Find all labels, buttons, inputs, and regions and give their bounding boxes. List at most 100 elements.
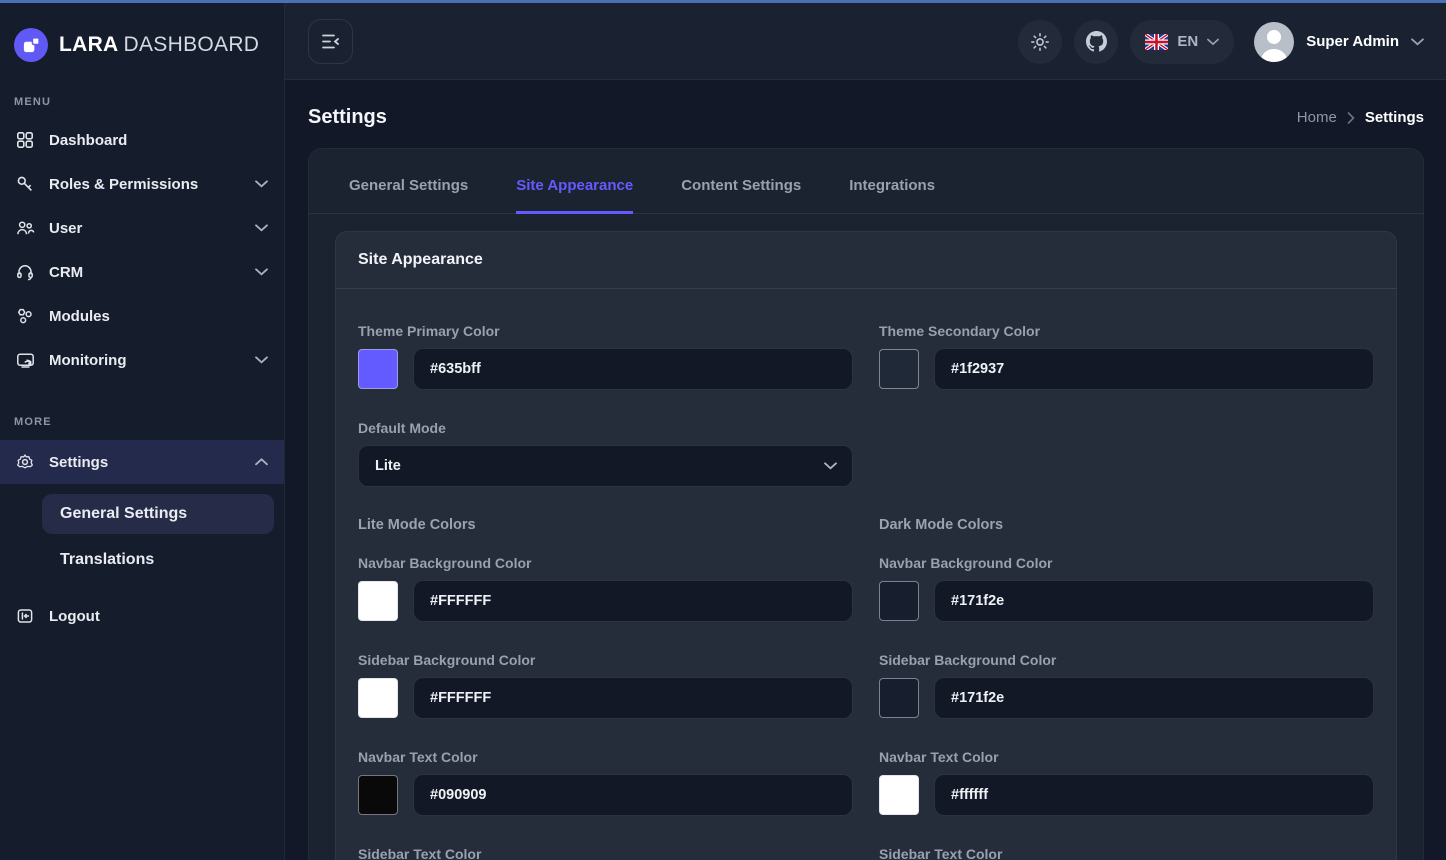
color-swatch[interactable] [879,678,919,718]
dark-sidebar-bg-input[interactable] [934,677,1374,719]
brand-bold: LARA [59,33,119,56]
color-swatch[interactable] [358,349,398,389]
sidebar-item-roles-permissions[interactable]: Roles & Permissions [0,162,284,206]
github-button[interactable] [1074,20,1118,64]
tab-content-settings[interactable]: Content Settings [681,177,801,214]
sidebar-item-label: Roles & Permissions [49,176,198,193]
theme-secondary-color-input[interactable] [934,348,1374,390]
chevron-down-icon [1411,38,1424,46]
sidebar-item-label: Logout [49,608,100,625]
field-label: Theme Secondary Color [879,323,1374,339]
sidebar-item-label: CRM [49,264,83,281]
field-label: Navbar Text Color [358,749,853,765]
uk-flag-icon [1145,34,1168,50]
brand-name: LARADASHBOARD [59,33,259,57]
field-label: Default Mode [358,420,853,436]
sidebar-item-label: Monitoring [49,352,126,369]
sidebar-item-label: Settings [49,454,108,471]
chevron-right-icon [1347,112,1355,124]
gear-icon [14,451,36,473]
brand-logo-icon [14,28,48,62]
lite-navbar-bg-input[interactable] [413,580,853,622]
sidebar-subitem-label: Translations [60,551,154,569]
field-label: Navbar Background Color [879,555,1374,571]
sidebar-item-label: Modules [49,308,110,325]
sidebar-item-modules[interactable]: Modules [0,294,284,338]
chevron-down-icon [255,180,268,188]
theme-primary-color-input[interactable] [413,348,853,390]
brand-light: DASHBOARD [124,33,260,56]
lite-navbar-text-input[interactable] [413,774,853,816]
users-icon [14,217,36,239]
color-swatch[interactable] [879,581,919,621]
field-dark-sidebar-bg: Sidebar Background Color [879,652,1374,719]
breadcrumb-current: Settings [1365,109,1424,126]
page-title: Settings [308,106,387,129]
color-swatch[interactable] [358,775,398,815]
chevron-down-icon [255,356,268,364]
field-dark-sidebar-text: Sidebar Text Color [879,846,1374,860]
color-swatch[interactable] [358,678,398,718]
sidebar-item-logout[interactable]: Logout [0,594,284,638]
chevron-down-icon [255,224,268,232]
tab-site-appearance[interactable]: Site Appearance [516,177,633,214]
lite-sidebar-bg-input[interactable] [413,677,853,719]
field-label: Sidebar Background Color [358,652,853,668]
language-code: EN [1177,33,1198,50]
brand-logo[interactable]: LARADASHBOARD [0,3,284,82]
monitor-icon [14,349,36,371]
field-theme-secondary-color: Theme Secondary Color [879,323,1374,390]
sidebar-item-dashboard[interactable]: Dashboard [0,118,284,162]
sidebar-item-settings[interactable]: Settings [0,440,284,484]
modules-icon [14,305,36,327]
color-swatch[interactable] [879,349,919,389]
chevron-up-icon [255,458,268,466]
default-mode-select[interactable]: Lite [358,445,853,487]
sidebar-subitem-translations[interactable]: Translations [42,540,274,580]
sidebar-item-crm[interactable]: CRM [0,250,284,294]
headset-icon [14,261,36,283]
sidebar-collapse-button[interactable] [308,19,353,64]
field-dark-navbar-text: Navbar Text Color [879,749,1374,816]
key-icon [14,173,36,195]
sidebar-section-more: MORE [14,416,270,428]
default-mode-value: Lite [375,458,401,474]
sidebar-subitem-general-settings[interactable]: General Settings [42,494,274,534]
sidebar-item-monitoring[interactable]: Monitoring [0,338,284,382]
field-lite-navbar-text: Navbar Text Color [358,749,853,816]
github-icon [1086,31,1107,52]
field-label: Sidebar Text Color [879,846,1374,860]
breadcrumb: Home Settings [1297,109,1424,126]
tab-general-settings[interactable]: General Settings [349,177,468,214]
theme-toggle-button[interactable] [1018,20,1062,64]
site-appearance-panel: Site Appearance Theme Primary Color Them… [335,231,1397,860]
chevron-down-icon [1207,38,1219,46]
breadcrumb-home-link[interactable]: Home [1297,109,1337,126]
language-selector[interactable]: EN [1130,20,1234,64]
top-navbar: EN Super Admin [285,3,1446,80]
field-label: Sidebar Text Color [358,846,853,860]
color-swatch[interactable] [358,581,398,621]
sidebar-item-user[interactable]: User [0,206,284,250]
dark-mode-colors-heading: Dark Mode Colors [879,517,1374,533]
chevron-down-icon [824,462,837,470]
avatar [1254,22,1294,62]
user-menu[interactable]: Super Admin [1254,22,1424,62]
dark-navbar-text-input[interactable] [934,774,1374,816]
field-lite-navbar-bg: Navbar Background Color [358,555,853,622]
tab-integrations[interactable]: Integrations [849,177,935,214]
settings-tabs: General Settings Site Appearance Content… [309,149,1423,214]
lite-mode-colors-heading: Lite Mode Colors [358,517,853,533]
sidebar-subitem-label: General Settings [60,505,187,523]
color-swatch[interactable] [879,775,919,815]
field-label: Theme Primary Color [358,323,853,339]
top-accent-bar [0,0,1446,3]
sun-icon [1030,32,1050,52]
field-default-mode: Default Mode Lite [358,420,853,487]
settings-tabs-card: General Settings Site Appearance Content… [308,148,1424,860]
field-label: Sidebar Background Color [879,652,1374,668]
field-theme-primary-color: Theme Primary Color [358,323,853,390]
dark-navbar-bg-input[interactable] [934,580,1374,622]
field-dark-navbar-bg: Navbar Background Color [879,555,1374,622]
field-lite-sidebar-bg: Sidebar Background Color [358,652,853,719]
